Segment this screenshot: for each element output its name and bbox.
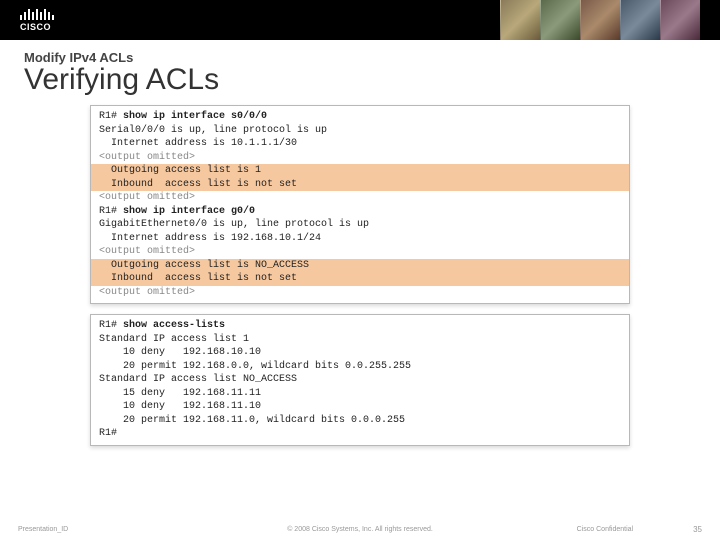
cli-line-highlighted: Outgoing access list is NO_ACCESS (91, 259, 629, 273)
title-block: Modify IPv4 ACLs Verifying ACLs (0, 40, 720, 103)
cli-line: R1# (91, 427, 629, 441)
cli-line-highlighted: Outgoing access list is 1 (91, 164, 629, 178)
header-photo (540, 0, 580, 40)
cli-output-box-2: R1# show access-lists Standard IP access… (90, 314, 630, 446)
cli-line: R1# show ip interface s0/0/0 (91, 110, 629, 124)
cli-line: 10 deny 192.168.11.10 (91, 400, 629, 414)
cli-output-omitted: <output omitted> (91, 191, 629, 205)
cli-line-highlighted: Inbound access list is not set (91, 178, 629, 192)
cli-line: 20 permit 192.168.0.0, wildcard bits 0.0… (91, 360, 629, 374)
header-photos (500, 0, 700, 40)
cli-line: Internet address is 192.168.10.1/24 (91, 232, 629, 246)
cli-line: 20 permit 192.168.11.0, wildcard bits 0.… (91, 414, 629, 428)
header-photo (580, 0, 620, 40)
footer: Presentation_ID © 2008 Cisco Systems, In… (0, 525, 720, 534)
footer-copyright: © 2008 Cisco Systems, Inc. All rights re… (287, 526, 433, 533)
footer-confidential: Cisco Confidential (577, 526, 633, 533)
cli-output-box-1: R1# show ip interface s0/0/0 Serial0/0/0… (90, 105, 630, 304)
slide-number: 35 (693, 525, 702, 534)
cisco-logo: CISCO (20, 8, 54, 32)
cli-line: Internet address is 10.1.1.1/30 (91, 137, 629, 151)
header-photo (500, 0, 540, 40)
cli-output-omitted: <output omitted> (91, 286, 629, 300)
content-area: R1# show ip interface s0/0/0 Serial0/0/0… (0, 103, 720, 446)
slide-title: Verifying ACLs (24, 63, 696, 97)
header-photo (620, 0, 660, 40)
header-bar: CISCO (0, 0, 720, 40)
cli-line: Standard IP access list NO_ACCESS (91, 373, 629, 387)
cli-line-highlighted: Inbound access list is not set (91, 272, 629, 286)
cli-line: Standard IP access list 1 (91, 333, 629, 347)
cli-line: GigabitEthernet0/0 is up, line protocol … (91, 218, 629, 232)
cli-output-omitted: <output omitted> (91, 245, 629, 259)
cli-line: Serial0/0/0 is up, line protocol is up (91, 124, 629, 138)
footer-left: Presentation_ID (18, 526, 68, 533)
cli-line: 15 deny 192.168.11.11 (91, 387, 629, 401)
cli-output-omitted: <output omitted> (91, 151, 629, 165)
logo-text: CISCO (20, 22, 54, 32)
logo-bars-icon (20, 8, 54, 20)
header-photo (660, 0, 700, 40)
cli-line: R1# show ip interface g0/0 (91, 205, 629, 219)
cli-line: 10 deny 192.168.10.10 (91, 346, 629, 360)
cli-line: R1# show access-lists (91, 319, 629, 333)
